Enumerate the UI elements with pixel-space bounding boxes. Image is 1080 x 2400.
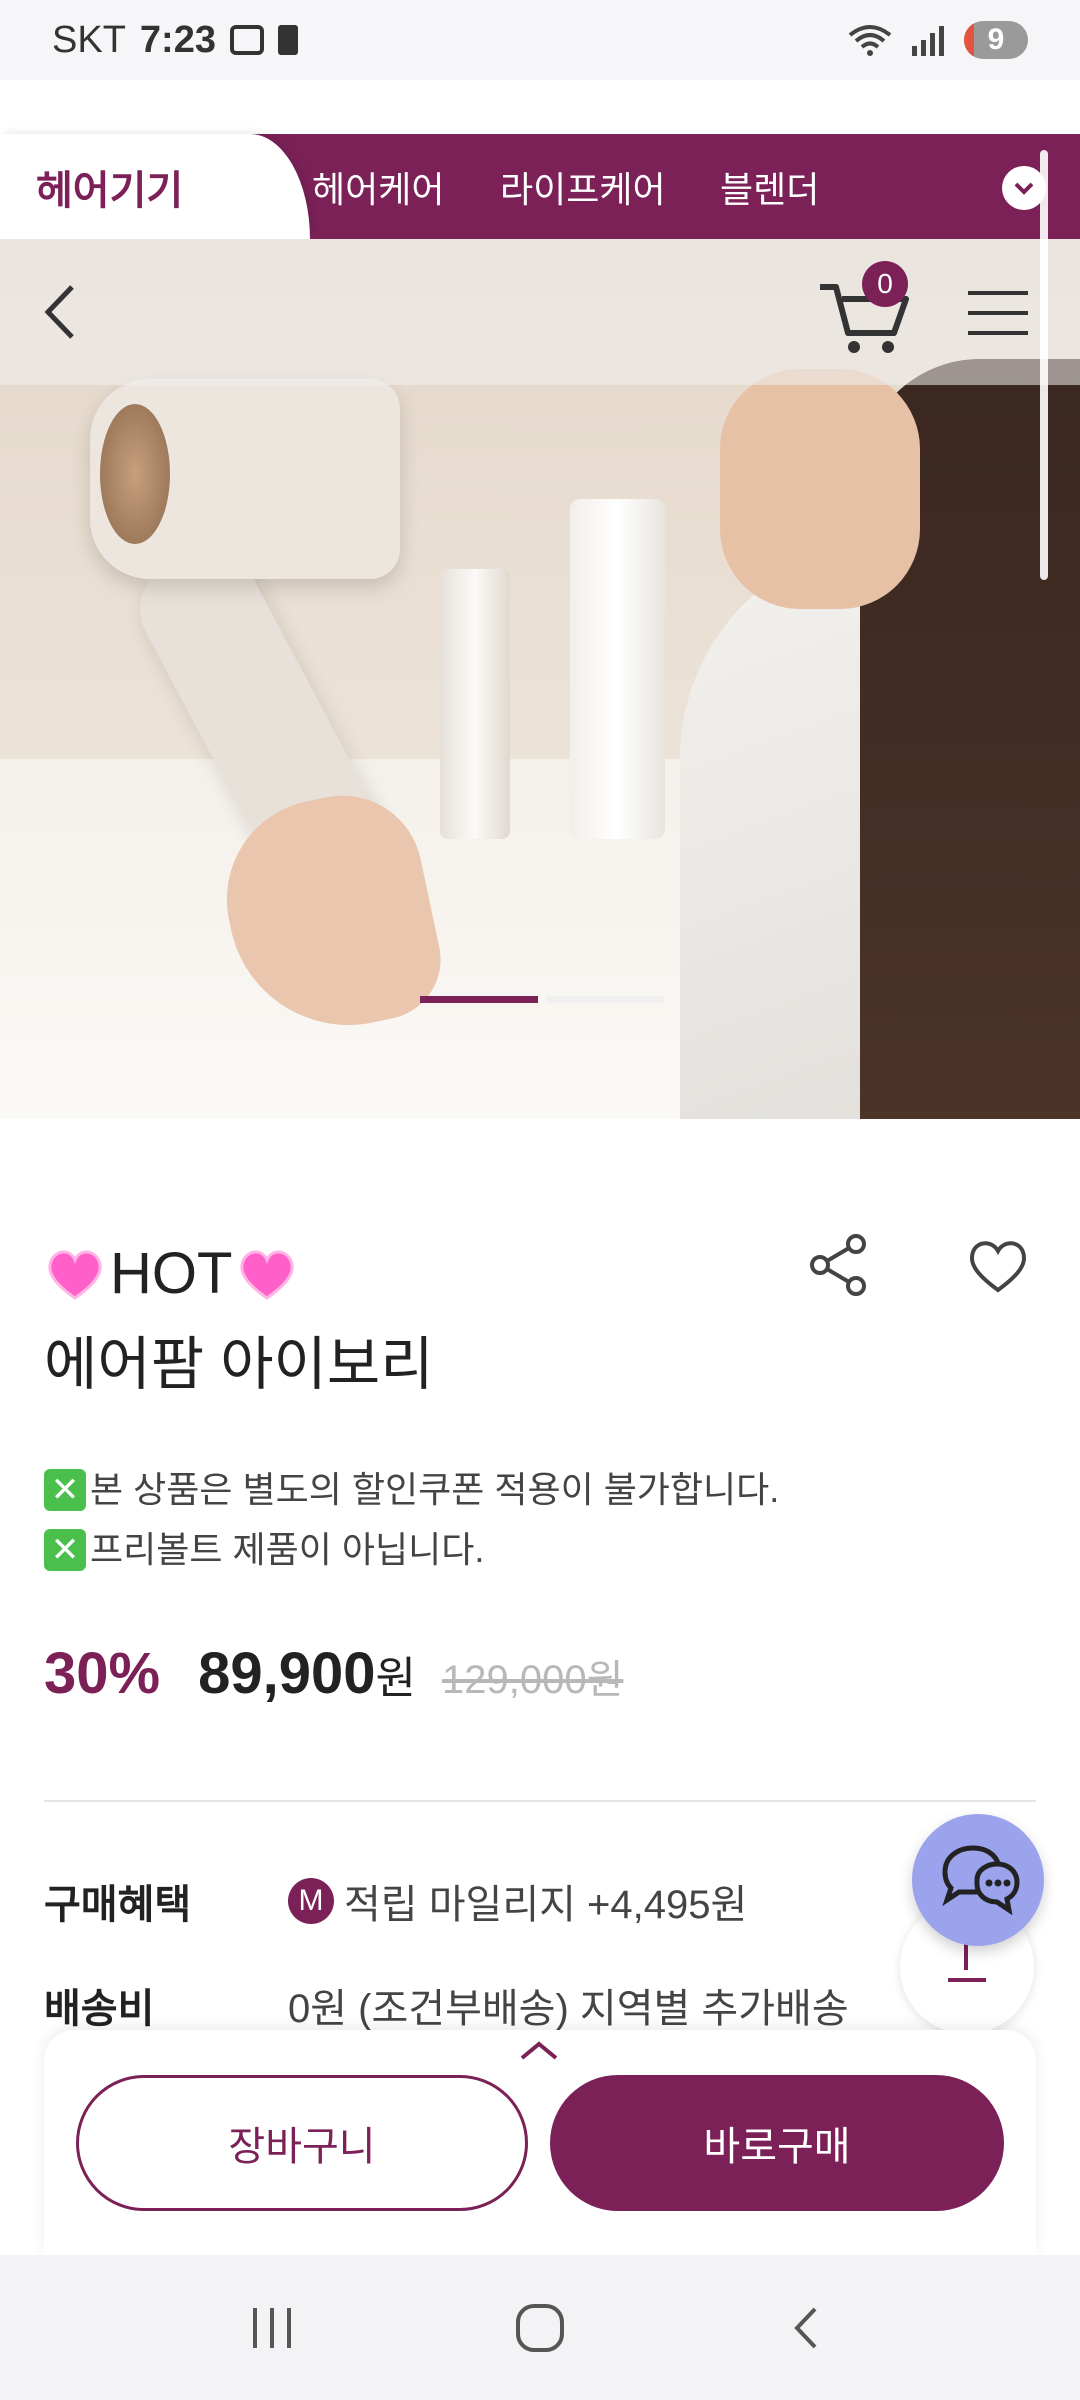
carousel-dot-active[interactable] [420,996,538,1003]
system-back-icon[interactable] [783,2303,833,2353]
heart-wishlist-icon[interactable] [966,1236,1030,1296]
system-navigation-bar [0,2255,1080,2400]
battery-indicator: 9 [964,21,1028,59]
chat-bubbles-icon [942,1845,1020,1916]
shipping-row: 배송비 0원 (조건부배송) 지역별 추가배송 [44,1976,849,2034]
cross-mark-icon: ✕ [44,1529,86,1571]
price-row: 30% 89,900 원 129,000원 [44,1640,623,1707]
tab-blender[interactable]: 블렌더 [720,134,819,239]
hero-bottle [570,499,665,839]
product-notes: ✕ 본 상품은 별도의 할인쿠폰 적용이 불가합니다. ✕ 프리볼트 제품이 아… [44,1460,779,1580]
signal-icon [912,26,944,56]
scrollbar[interactable] [1040,150,1048,580]
cart-count-badge: 0 [862,261,908,307]
share-icon[interactable] [806,1232,872,1298]
status-bar: SKT 7:23 9 [0,0,1080,80]
chat-button[interactable] [912,1814,1044,1946]
product-info: HOT 에어팜 아이보리 [44,1240,1034,1401]
tab-life-care[interactable]: 라이프케어 [500,134,666,239]
chevron-down-icon [1014,182,1034,195]
note-item: ✕ 프리볼트 제품이 아닙니다. [44,1520,779,1580]
mileage-text: 적립 마일리지 +4,495원 [344,1883,748,1927]
sale-price: 89,900 [198,1641,376,1706]
add-to-cart-label: 장바구니 [228,2125,376,2169]
hot-badge-line: HOT [44,1240,1034,1307]
benefit-row: 구매혜택 M 적립 마일리지 +4,495원 [44,1872,747,1930]
cross-mark-icon: ✕ [44,1469,86,1511]
tab-label: 헤어기기 [36,168,184,213]
carousel-indicator [420,996,664,1003]
carrier-label: SKT [52,18,126,61]
note-item: ✕ 본 상품은 별도의 할인쿠폰 적용이 불가합니다. [44,1460,779,1520]
category-tab-bar: 헤어기기 헤어케어 라이프케어 블렌더 [0,134,1080,239]
carousel-dot[interactable] [546,996,664,1003]
hair-dryer-nozzle [100,404,170,544]
tab-label: 라이프케어 [500,168,666,210]
recent-apps-icon[interactable] [247,2303,297,2353]
buy-now-label: 바로구매 [703,2125,851,2169]
product-header-bar: 0 [0,239,1080,385]
hot-label: HOT [110,1241,233,1306]
clock: 7:23 [139,18,216,61]
glowing-heart-icon [48,1250,102,1300]
purchase-bottom-sheet: 장바구니 바로구매 [44,2030,1036,2255]
chevron-up-icon[interactable] [514,2036,564,2066]
discount-rate: 30% [44,1641,161,1706]
mileage-badge: M [288,1878,334,1924]
note-text: 프리볼트 제품이 아닙니다. [90,1529,485,1570]
battery-alert-icon [277,25,298,55]
home-icon[interactable] [512,2300,568,2356]
back-arrow-icon[interactable] [36,279,96,345]
battery-level: 9 [987,23,1005,56]
original-price: 129,000원 [441,1658,624,1702]
note-text: 본 상품은 별도의 할인쿠폰 적용이 불가합니다. [90,1469,780,1510]
tab-hair-care[interactable]: 헤어케어 [312,134,444,239]
hamburger-menu-icon[interactable] [966,283,1030,343]
hero-bottle [440,569,510,839]
tab-hair-devices[interactable]: 헤어기기 [0,134,310,239]
status-right: 9 [848,21,1028,59]
shipping-label: 배송비 [44,1987,155,2031]
add-to-cart-button[interactable]: 장바구니 [76,2075,528,2211]
tab-label: 블렌더 [720,168,820,210]
product-name: 에어팜 아이보리 [44,1332,434,1397]
cart-count: 0 [877,268,893,299]
wifi-icon [848,25,892,56]
tab-label: 헤어케어 [312,168,445,210]
divider [44,1800,1036,1802]
buy-now-button[interactable]: 바로구매 [550,2075,1004,2211]
status-left: SKT 7:23 [52,19,298,62]
benefit-value: M 적립 마일리지 +4,495원 [288,1872,747,1930]
model-hand [720,369,920,609]
screenshot-icon [229,25,264,55]
glowing-heart-icon [240,1250,295,1300]
shipping-value: 0원 (조건부배송) 지역별 추가배송 [288,1987,849,2031]
currency-unit: 원 [375,1654,416,1703]
benefit-label: 구매혜택 [44,1883,192,1927]
